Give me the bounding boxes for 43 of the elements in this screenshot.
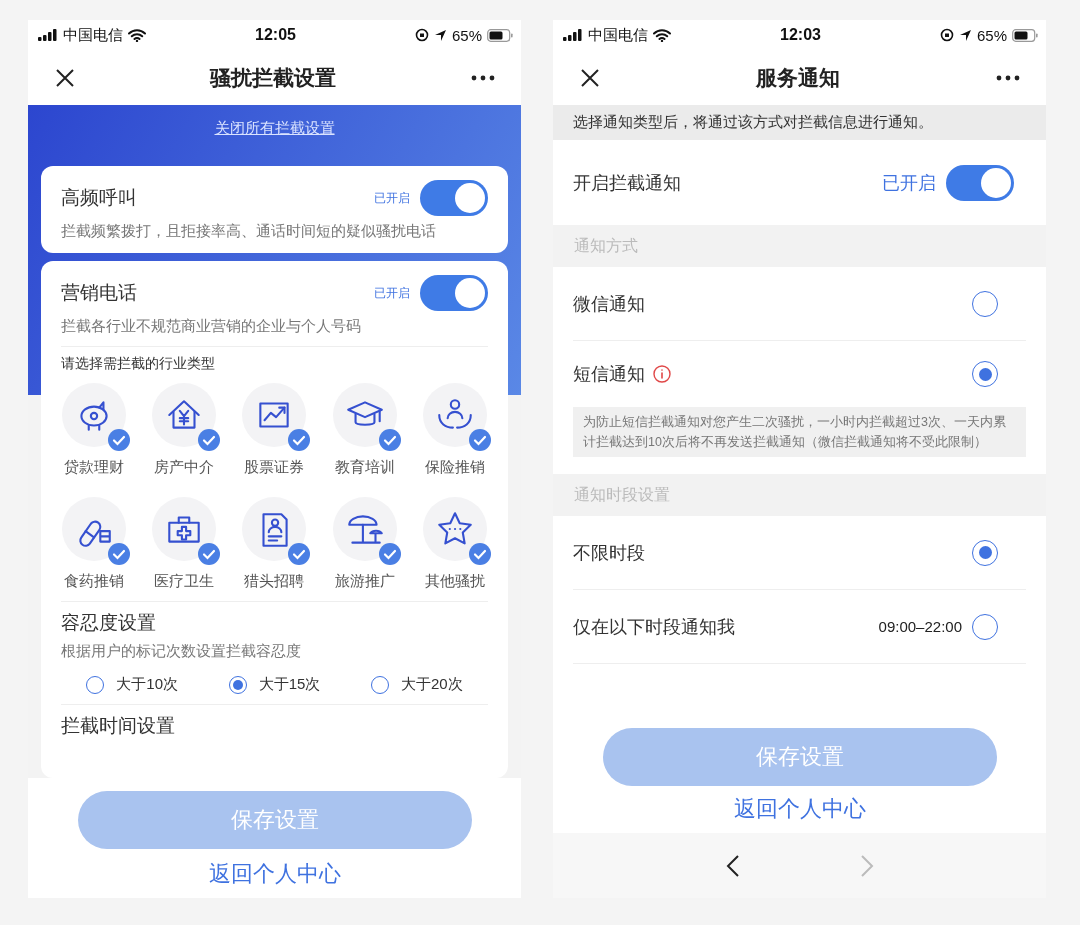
option-label: 微信通知 xyxy=(573,292,645,316)
card-title: 高频呼叫 xyxy=(61,186,138,210)
category-label: 食药推销 xyxy=(64,572,125,591)
status-label: 已开启 xyxy=(374,284,410,302)
status-time: 12:05 xyxy=(255,26,296,44)
option-label: 大于15次 xyxy=(258,675,321,694)
category-label: 房产中介 xyxy=(154,458,215,477)
page-title: 骚扰拦截设置 xyxy=(210,64,336,91)
status-label: 已开启 xyxy=(374,189,410,207)
category-label: 教育培训 xyxy=(334,458,395,477)
category-label: 医疗卫生 xyxy=(154,572,215,591)
notice-text: 为防止短信拦截通知对您产生二次骚扰，一小时内拦截超过3次、一天内累计拦截达到10次后将不再发送拦截通知（微信拦截通知将不受此限制） xyxy=(573,407,1026,457)
card-title: 营销电话 xyxy=(61,281,138,305)
carrier-name: 中国电信 xyxy=(588,25,648,45)
option-label: 大于10次 xyxy=(116,675,178,694)
section-title: 容忍度设置 xyxy=(61,611,157,635)
info-banner: 选择通知类型后，将通过该方式对拦截信息进行通知。 xyxy=(553,105,1046,140)
category-label: 猎头招聘 xyxy=(244,572,305,591)
category-label: 股票证券 xyxy=(244,458,305,477)
option-label: 仅在以下时段通知我 xyxy=(573,615,735,639)
time-range: 09:00–22:00 xyxy=(878,618,962,635)
category-label: 保险推销 xyxy=(424,458,485,477)
back-link[interactable]: 返回个人中心 xyxy=(208,859,341,889)
status-time: 12:03 xyxy=(780,26,821,44)
category-label: 旅游推广 xyxy=(334,572,395,591)
option-label: 不限时段 xyxy=(573,541,645,565)
category-label: 贷款理财 xyxy=(64,458,125,477)
page-title: 服务通知 xyxy=(756,64,840,91)
option-label: 大于20次 xyxy=(400,675,463,694)
close-all-link[interactable]: 关闭所有拦截设置 xyxy=(214,119,335,166)
option-label: 短信通知 xyxy=(573,363,645,386)
category-label: 其他骚扰 xyxy=(424,572,485,591)
battery-percent: 65% xyxy=(451,26,482,44)
card-description: 拦截频繁拨打，且拒接率高、通话时间短的疑似骚扰电话 xyxy=(61,222,437,241)
back-link[interactable]: 返回个人中心 xyxy=(733,794,866,824)
battery-percent: 65% xyxy=(976,26,1007,44)
section-description: 根据用户的标记次数设置拦截容忍度 xyxy=(61,642,302,661)
section-title: 拦截时间设置 xyxy=(61,714,176,738)
row-label: 开启拦截通知 xyxy=(573,171,682,195)
carrier-name: 中国电信 xyxy=(63,25,123,45)
section-label: 请选择需拦截的行业类型 xyxy=(61,355,216,373)
card-description: 拦截各行业不规范商业营销的企业与个人号码 xyxy=(61,317,362,336)
status-label: 已开启 xyxy=(882,171,936,195)
